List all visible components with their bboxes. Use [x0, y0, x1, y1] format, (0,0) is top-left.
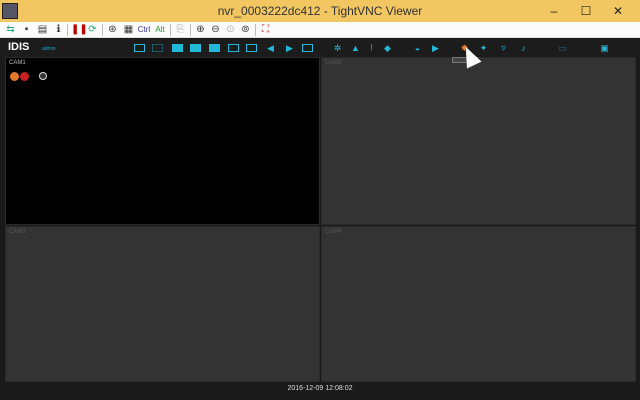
layout-custom-icon[interactable] [228, 44, 239, 52]
info-icon[interactable]: ℹ [52, 23, 65, 36]
settings-icon[interactable]: ✲ [332, 44, 343, 53]
network-icon[interactable]: ▿ [498, 44, 509, 53]
layout-1-icon[interactable] [134, 44, 145, 52]
status-icon: ▭ [558, 43, 567, 53]
arrow-left-icon[interactable]: ◀ [265, 44, 276, 53]
ctrl-alt-del-icon[interactable]: ⊛ [106, 23, 119, 36]
clipboard-icon[interactable]: ⎘ [174, 23, 187, 36]
idis-logo: IDIS [8, 41, 30, 53]
alert-icon[interactable]: ! [366, 44, 377, 53]
layout-wide-icon[interactable] [246, 44, 257, 52]
alt-button[interactable]: Alt [153, 23, 167, 36]
layout-2-icon[interactable] [152, 44, 163, 52]
ctrl-button[interactable]: Ctrl [136, 23, 152, 36]
ctrl-esc-icon[interactable]: ▦ [122, 23, 135, 36]
camera-label: CAM1 [9, 60, 26, 66]
zoom-fit-icon[interactable]: ⊚ [239, 23, 252, 36]
ptz-icon [39, 72, 47, 80]
save-icon[interactable]: ▪ [20, 23, 33, 36]
fullscreen-icon[interactable]: ⛶ [259, 23, 272, 36]
close-button[interactable]: ✕ [604, 0, 632, 22]
fullscreen-nvr-icon[interactable] [302, 44, 313, 52]
zoom-in-icon[interactable]: ⊕ [194, 23, 207, 36]
user-label: admin [42, 46, 56, 52]
zoom-100-icon[interactable]: ⊙ [224, 23, 237, 36]
alarm-status-icon [20, 72, 29, 81]
camera-cell-4[interactable]: CAM4 [321, 226, 636, 382]
alarm-icon[interactable]: ▲ [350, 44, 361, 53]
nvr-toolbar [0, 38, 640, 57]
zoom-out-icon[interactable]: ⊖ [209, 23, 222, 36]
pause-icon[interactable]: ❚❚ [71, 23, 88, 36]
new-connection-icon[interactable]: ⇆ [4, 23, 17, 36]
vnc-toolbar: ⇆ ▪ ▤ ℹ ❚❚ ⟳ ⊛ ▦ Ctrl Alt ⎘ ⊕ ⊖ ⊙ ⊚ ⛶ [0, 22, 640, 38]
camera-label: CAM2 [325, 60, 342, 66]
audio-icon[interactable]: ♪ [518, 44, 529, 53]
camera-label: CAM4 [325, 229, 342, 235]
layout-9-icon[interactable] [190, 44, 201, 52]
camera-label: CAM3 [9, 229, 26, 235]
title-bar: nvr_0003222dc412 - TightVNC Viewer – ☐ ✕ [0, 0, 640, 22]
camera-cell-3[interactable]: CAM3 [5, 226, 320, 382]
camera-cell-2[interactable]: CAM2 [321, 57, 636, 225]
tools-icon[interactable]: ✦ [478, 44, 489, 53]
layout-16-icon[interactable] [209, 44, 220, 52]
arrow-right-icon[interactable]: ▶ [284, 44, 295, 53]
logout-icon[interactable]: ▣ [599, 44, 610, 53]
record-status-icon [10, 72, 19, 81]
layout-4-icon[interactable] [172, 44, 183, 52]
refresh-icon[interactable]: ⟳ [86, 23, 99, 36]
sequence-icon[interactable]: ◆ [382, 44, 393, 53]
camera-cell-1[interactable]: CAM1 [5, 57, 320, 225]
maximize-button[interactable]: ☐ [572, 0, 600, 22]
minimize-button[interactable]: – [540, 0, 568, 22]
play-icon[interactable]: ▶ [430, 44, 441, 53]
options-icon[interactable]: ▤ [36, 23, 49, 36]
camera-icon[interactable]: ◒ [412, 44, 423, 53]
timestamp: 2016-12-09 12:08:02 [287, 385, 353, 392]
